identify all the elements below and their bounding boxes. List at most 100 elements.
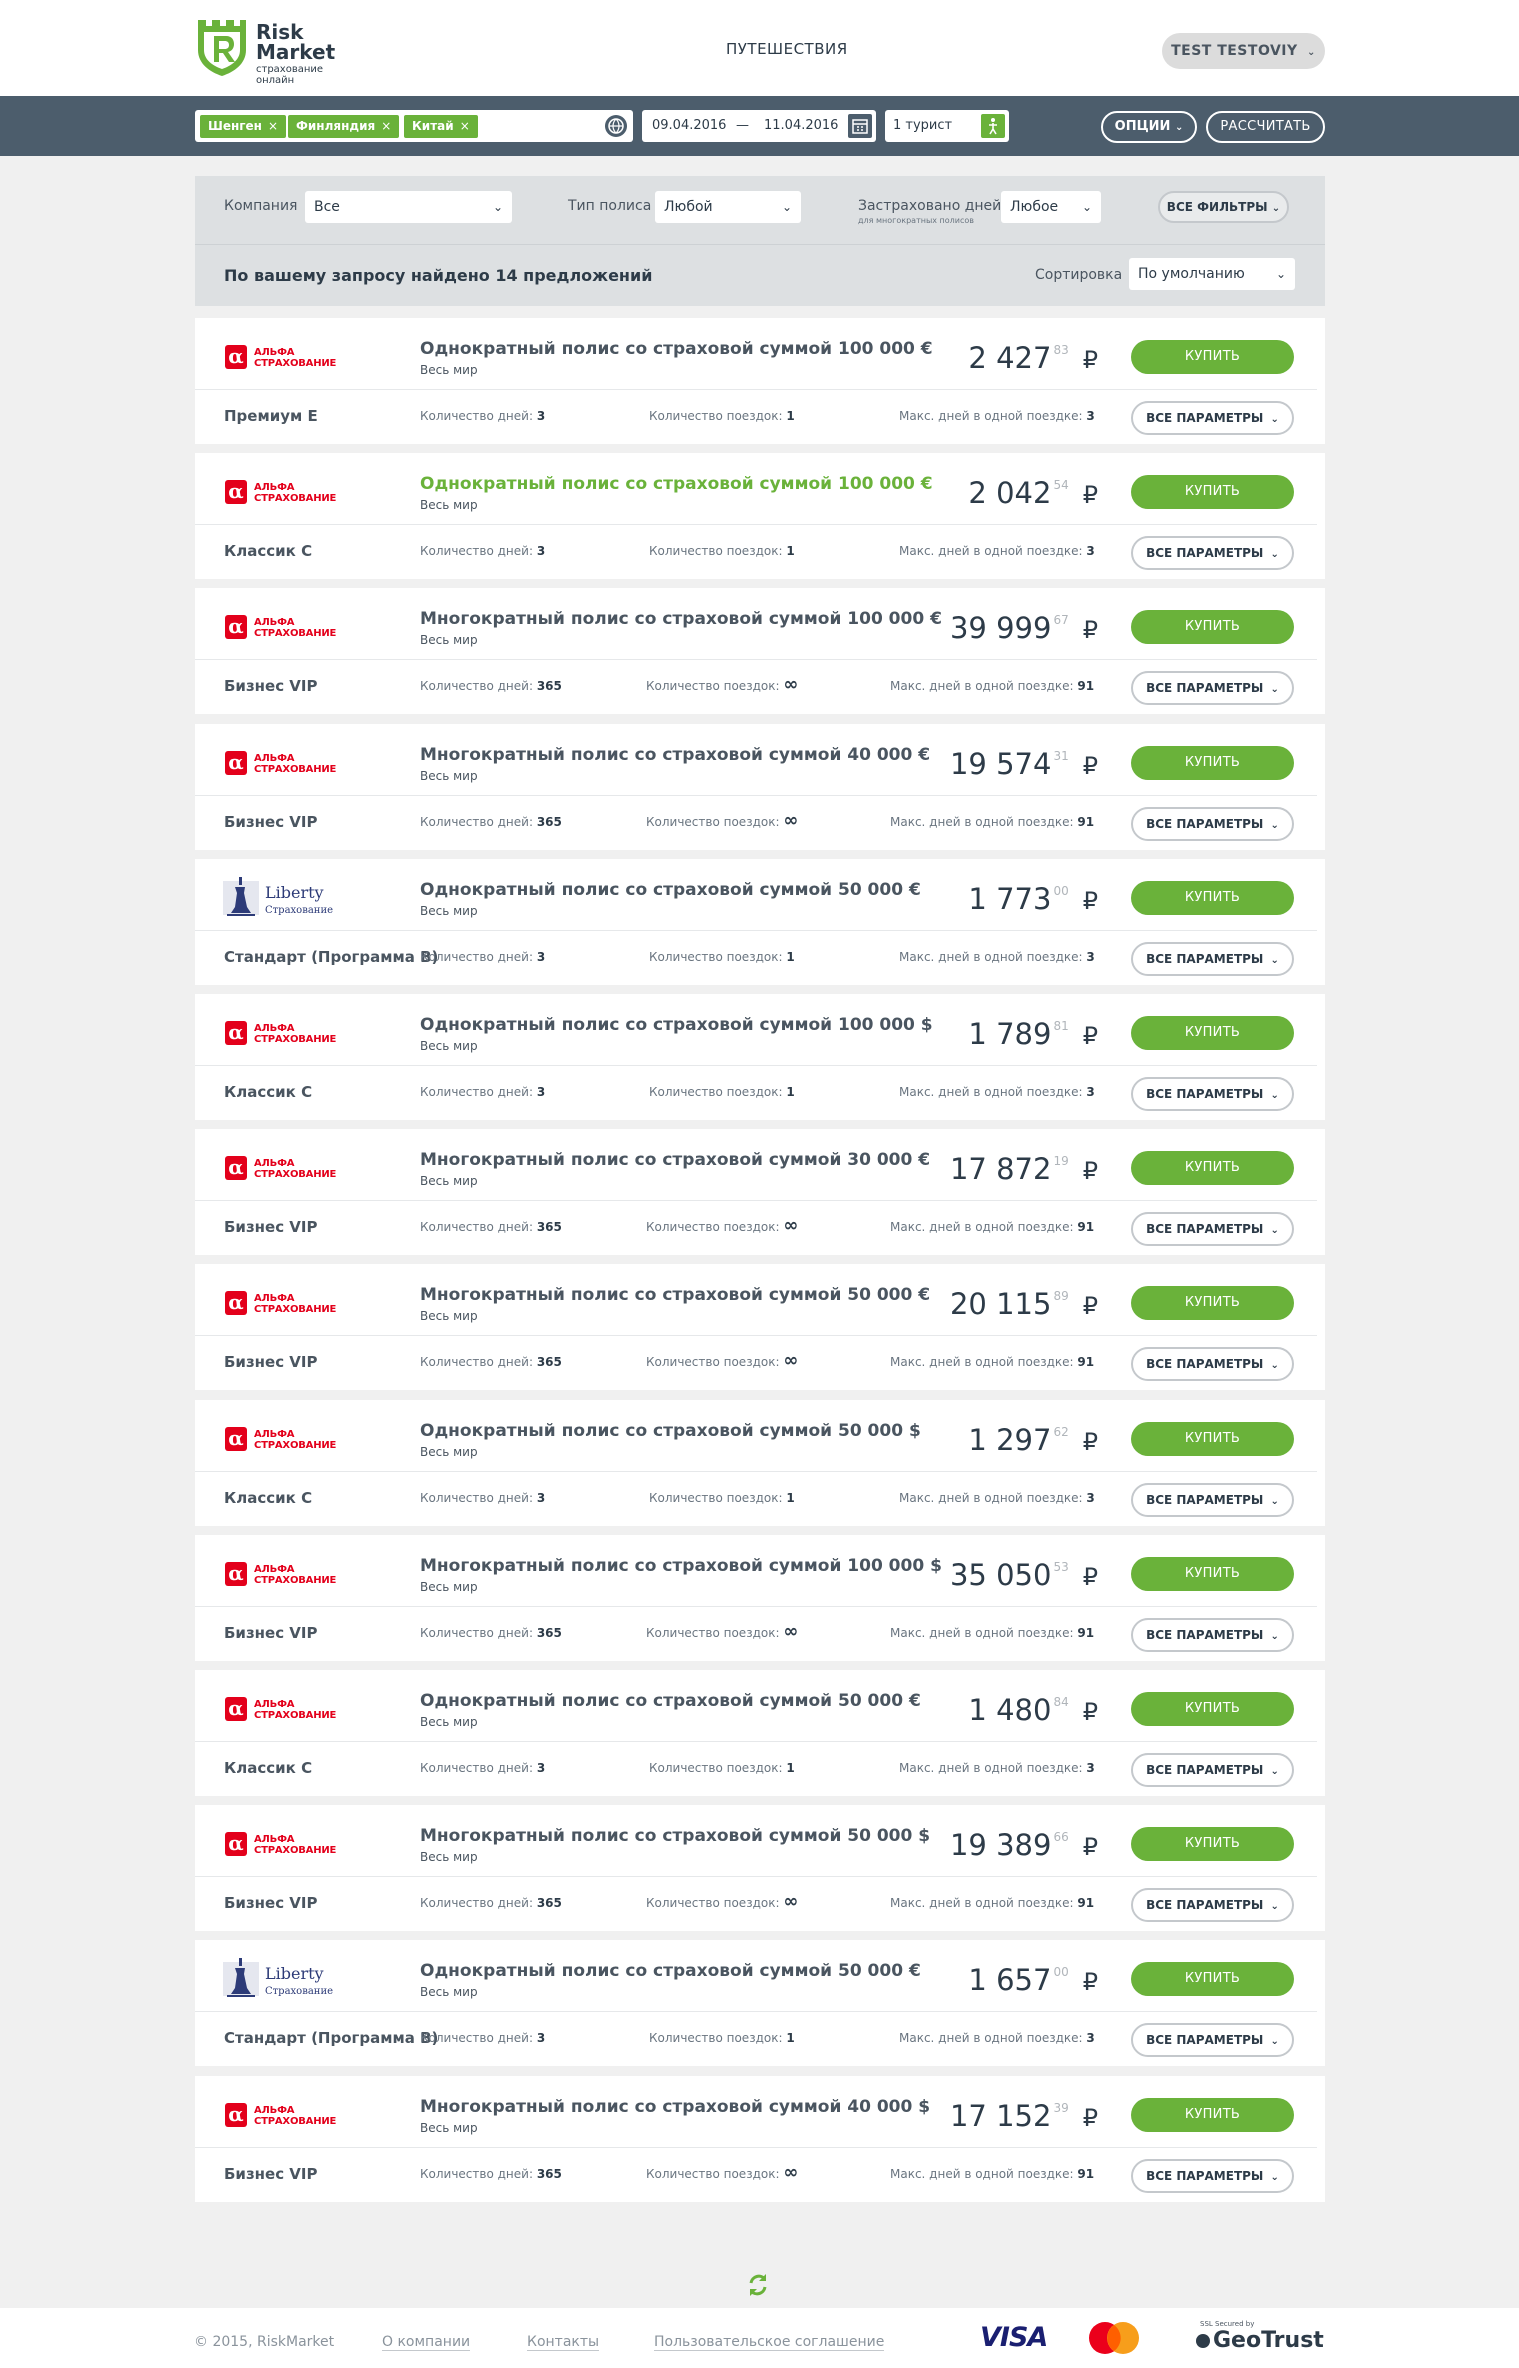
max-days-stat: Макс. дней в одной поездке: 3: [899, 1085, 1095, 1099]
offer-title[interactable]: Однократный полис со страховой суммой 50…: [420, 1421, 921, 1441]
destination-tag[interactable]: Китай ×: [404, 115, 478, 138]
ruble-icon: ₽: [1082, 2104, 1098, 2132]
all-params-button[interactable]: ВСЕ ПАРАМЕТРЫ ⌄: [1131, 942, 1294, 976]
all-params-button[interactable]: ВСЕ ПАРАМЕТРЫ ⌄: [1131, 1212, 1294, 1246]
offer-title[interactable]: Однократный полис со страховой суммой 10…: [420, 474, 933, 494]
max-days-stat: Макс. дней в одной поездке: 91: [890, 2167, 1094, 2181]
alfa-a-icon: α: [225, 1291, 247, 1315]
all-params-button[interactable]: ВСЕ ПАРАМЕТРЫ ⌄: [1131, 401, 1294, 435]
all-params-button[interactable]: ВСЕ ПАРАМЕТРЫ ⌄: [1131, 2023, 1294, 2057]
ruble-icon: ₽: [1082, 1428, 1098, 1456]
all-params-button[interactable]: ВСЕ ПАРАМЕТРЫ ⌄: [1131, 2159, 1294, 2193]
offer-title[interactable]: Многократный полис со страховой суммой 5…: [420, 1285, 930, 1305]
trips-value: 1: [786, 950, 795, 964]
trips-stat: Количество поездок: 1: [649, 2031, 795, 2045]
insured-days-select[interactable]: Любое ⌄: [1001, 191, 1101, 223]
logo-line-1: Risk: [256, 20, 304, 44]
offer-title[interactable]: Многократный полис со страховой суммой 3…: [420, 1150, 930, 1170]
all-params-label: ВСЕ ПАРАМЕТРЫ: [1146, 2169, 1264, 2183]
all-params-button[interactable]: ВСЕ ПАРАМЕТРЫ ⌄: [1131, 1618, 1294, 1652]
insured-days-label: Застраховано дней: [858, 198, 1002, 214]
alfa-insurance-logo: α АЛЬФА СТРАХОВАНИЕ: [225, 345, 355, 371]
offer-title[interactable]: Многократный полис со страховой суммой 1…: [420, 609, 942, 629]
footer-link-contacts[interactable]: Контакты: [527, 2334, 600, 2351]
destination-input[interactable]: Шенген × Финляндия × Китай ×: [195, 110, 633, 142]
company-select[interactable]: Все ⌄: [305, 191, 512, 223]
buy-button[interactable]: КУПИТЬ: [1131, 475, 1294, 509]
tag-label: Шенген: [208, 119, 262, 133]
offer-region: Весь мир: [420, 904, 478, 918]
buy-button[interactable]: КУПИТЬ: [1131, 1557, 1294, 1591]
all-params-button[interactable]: ВСЕ ПАРАМЕТРЫ ⌄: [1131, 1888, 1294, 1922]
buy-button[interactable]: КУПИТЬ: [1131, 1151, 1294, 1185]
chevron-down-icon: ⌄: [1270, 1631, 1279, 1642]
offer-title[interactable]: Многократный полис со страховой суммой 4…: [420, 745, 930, 765]
footer-link-about[interactable]: О компании: [382, 2334, 471, 2351]
all-params-button[interactable]: ВСЕ ПАРАМЕТРЫ ⌄: [1131, 671, 1294, 705]
alfa-a-icon: α: [225, 1697, 247, 1721]
buy-button[interactable]: КУПИТЬ: [1131, 1692, 1294, 1726]
all-params-button[interactable]: ВСЕ ПАРАМЕТРЫ ⌄: [1131, 1347, 1294, 1381]
buy-button[interactable]: КУПИТЬ: [1131, 746, 1294, 780]
buy-button[interactable]: КУПИТЬ: [1131, 881, 1294, 915]
buy-button[interactable]: КУПИТЬ: [1131, 1016, 1294, 1050]
offer-title[interactable]: Многократный полис со страховой суммой 4…: [420, 2097, 930, 2117]
max-days-label: Макс. дней в одной поездке:: [890, 1896, 1074, 1910]
buy-button[interactable]: КУПИТЬ: [1131, 2098, 1294, 2132]
ruble-icon: ₽: [1082, 1563, 1098, 1591]
days-stat: Количество дней: 365: [420, 815, 562, 829]
remove-tag-icon[interactable]: ×: [381, 119, 391, 133]
all-filters-button[interactable]: ВСЕ ФИЛЬТРЫ ⌄: [1158, 191, 1289, 223]
offer-region: Весь мир: [420, 633, 478, 647]
policy-type-select[interactable]: Любой ⌄: [655, 191, 801, 223]
buy-button[interactable]: КУПИТЬ: [1131, 1962, 1294, 1996]
alfa-line-2: СТРАХОВАНИЕ: [254, 1710, 337, 1721]
calculate-button[interactable]: РАССЧИТАТЬ: [1206, 111, 1325, 143]
all-params-button[interactable]: ВСЕ ПАРАМЕТРЫ ⌄: [1131, 1483, 1294, 1517]
calendar-icon[interactable]: [848, 114, 872, 138]
remove-tag-icon[interactable]: ×: [460, 119, 470, 133]
buy-button[interactable]: КУПИТЬ: [1131, 1286, 1294, 1320]
price-main: 35 050: [949, 1558, 1052, 1592]
person-icon[interactable]: [981, 114, 1005, 138]
price-main: 39 999: [949, 611, 1052, 645]
tourists-input[interactable]: 1 турист: [885, 110, 1009, 142]
offer-title[interactable]: Многократный полис со страховой суммой 5…: [420, 1826, 930, 1846]
all-params-label: ВСЕ ПАРАМЕТРЫ: [1146, 817, 1264, 831]
refresh-icon[interactable]: [743, 2270, 773, 2300]
sort-value: По умолчанию: [1138, 266, 1245, 282]
offer-title[interactable]: Однократный полис со страховой суммой 10…: [420, 1015, 933, 1035]
riskmarket-logo[interactable]: Risk Market страхование онлайн: [194, 16, 344, 86]
days-label: Количество дней:: [420, 1491, 533, 1505]
options-button[interactable]: ОПЦИИ ⌄: [1101, 111, 1197, 143]
nav-travel[interactable]: ПУТЕШЕСТВИЯ: [726, 40, 848, 58]
user-menu-button[interactable]: TEST TESTOVIY ⌄: [1162, 33, 1325, 69]
offer-title[interactable]: Многократный полис со страховой суммой 1…: [420, 1556, 942, 1576]
remove-tag-icon[interactable]: ×: [268, 119, 278, 133]
days-stat: Количество дней: 3: [420, 1491, 545, 1505]
date-range-input[interactable]: 09.04.2016 — 11.04.2016: [642, 110, 876, 142]
chevron-down-icon: ⌄: [1081, 200, 1092, 214]
site-footer: © 2015, RiskMarket О компании Контакты П…: [0, 2308, 1519, 2368]
all-params-button[interactable]: ВСЕ ПАРАМЕТРЫ ⌄: [1131, 1077, 1294, 1111]
all-params-button[interactable]: ВСЕ ПАРАМЕТРЫ ⌄: [1131, 807, 1294, 841]
globe-icon[interactable]: [605, 115, 627, 137]
destination-tag[interactable]: Шенген ×: [200, 115, 287, 138]
sort-select[interactable]: По умолчанию ⌄: [1129, 258, 1295, 290]
offer-title[interactable]: Однократный полис со страховой суммой 10…: [420, 339, 933, 359]
buy-button[interactable]: КУПИТЬ: [1131, 1422, 1294, 1456]
footer-link-terms[interactable]: Пользовательское соглашение: [654, 2334, 885, 2351]
buy-button[interactable]: КУПИТЬ: [1131, 1827, 1294, 1861]
destination-tag[interactable]: Финляндия ×: [288, 115, 400, 138]
buy-button[interactable]: КУПИТЬ: [1131, 610, 1294, 644]
alfa-wordmark: АЛЬФА СТРАХОВАНИЕ: [254, 347, 336, 369]
chevron-down-icon: ⌄: [1270, 1090, 1279, 1101]
all-params-button[interactable]: ВСЕ ПАРАМЕТРЫ ⌄: [1131, 536, 1294, 570]
offer-title[interactable]: Однократный полис со страховой суммой 50…: [420, 1961, 921, 1981]
offer-title[interactable]: Однократный полис со страховой суммой 50…: [420, 880, 921, 900]
offer-title[interactable]: Однократный полис со страховой суммой 50…: [420, 1691, 921, 1711]
offer-card: Liberty Страхование Однократный полис со…: [195, 859, 1325, 985]
buy-button[interactable]: КУПИТЬ: [1131, 340, 1294, 374]
all-params-button[interactable]: ВСЕ ПАРАМЕТРЫ ⌄: [1131, 1753, 1294, 1787]
alfa-a-icon: α: [225, 2103, 247, 2127]
